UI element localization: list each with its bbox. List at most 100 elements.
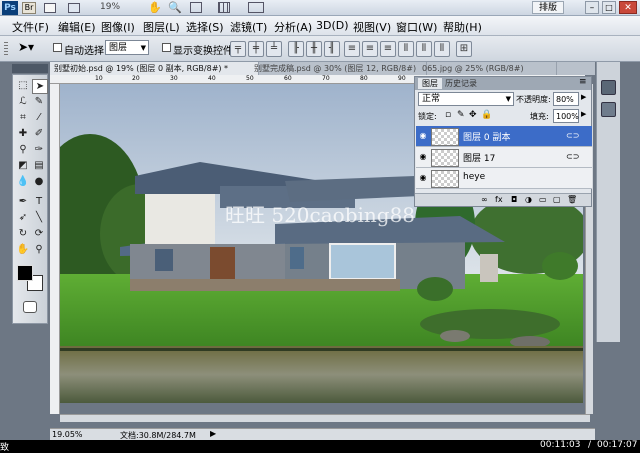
history-brush-icon[interactable]: ✑ <box>32 143 46 156</box>
foreground-color-chip[interactable] <box>17 265 33 281</box>
new-group-icon[interactable]: ▭ <box>539 195 547 204</box>
adjustment-layer-icon[interactable]: ◑ <box>525 195 532 204</box>
eye-icon[interactable]: ◉ <box>418 131 428 140</box>
menu-edit[interactable]: 编辑(E) <box>58 19 96 35</box>
distribute-hcenter-icon[interactable]: ⦀ <box>416 41 432 57</box>
canvas-horizontal-scrollbar[interactable] <box>60 414 590 422</box>
new-layer-icon[interactable]: ▢ <box>553 195 561 204</box>
hand-tool-icon[interactable]: ✋ <box>16 243 30 256</box>
layers-dock-icon[interactable] <box>601 80 616 95</box>
brush-tool-icon[interactable]: ✐ <box>32 127 46 140</box>
type-tool-icon[interactable]: T <box>32 195 46 208</box>
eye-icon[interactable]: ◉ <box>418 152 428 161</box>
distribute-vcenter-icon[interactable]: ≡ <box>362 41 378 57</box>
zoom-tool-icon[interactable]: 🔍 <box>168 1 182 14</box>
blend-mode-dropdown[interactable]: 正常 ▼ <box>418 92 514 106</box>
zoom-tool-icon[interactable]: ⚲ <box>32 243 46 256</box>
menu-file[interactable]: 文件(F) <box>12 19 49 35</box>
lasso-tool-icon[interactable]: ℒ <box>16 95 30 108</box>
minimize-button[interactable]: – <box>585 1 599 14</box>
tab-065-jpg[interactable]: 065.jpg @ 25% (RGB/8#) <box>418 62 557 75</box>
eyedropper-tool-icon[interactable]: ⁄ <box>32 111 46 124</box>
distribute-top-icon[interactable]: ≡ <box>344 41 360 57</box>
opacity-input[interactable]: 80% <box>553 92 579 106</box>
layer-row-selected[interactable]: ◉ 图层 0 副本 ⊂⊃ <box>416 126 592 147</box>
tab-villa-final[interactable]: 别墅完成稿.psd @ 30% (图层 12, RGB/8#) <box>250 62 427 75</box>
align-left-icon[interactable]: ╟ <box>288 41 304 57</box>
photoshop-logo[interactable]: Ps <box>2 1 18 15</box>
layer-style-icon[interactable]: fx <box>495 195 503 204</box>
lock-transparent-icon[interactable]: ▫ <box>445 110 451 120</box>
auto-select-dropdown[interactable]: 图层 ▼ <box>105 40 149 55</box>
bridge-button[interactable]: Br <box>22 2 36 14</box>
menu-filter[interactable]: 滤镜(T) <box>230 19 267 35</box>
hand-tool-icon[interactable]: ✋ <box>148 1 162 14</box>
menu-3d[interactable]: 3D(D) <box>316 19 349 32</box>
tab-history[interactable]: 历史记录 <box>445 78 477 89</box>
healing-brush-icon[interactable]: ✚ <box>16 127 30 140</box>
fill-slider-arrow[interactable]: ▶ <box>581 110 586 118</box>
pen-tool-icon[interactable]: ✒ <box>16 195 30 208</box>
tab-villa-initial[interactable]: 别墅初始.psd @ 19% (图层 0 副本, RGB/8#) * <box>50 62 259 75</box>
path-select-icon[interactable]: ➶ <box>16 211 30 224</box>
3d-orbit-icon[interactable]: ⟳ <box>32 227 46 240</box>
show-transform-checkbox[interactable] <box>162 43 171 52</box>
maximize-button[interactable]: □ <box>602 1 616 14</box>
move-tool-preset-icon[interactable]: ➤▾ <box>18 40 34 54</box>
quick-mask-icon[interactable] <box>23 301 37 313</box>
menu-image[interactable]: 图像(I) <box>101 19 135 35</box>
clone-stamp-icon[interactable]: ⚲ <box>16 143 30 156</box>
distribute-right-icon[interactable]: ⦀ <box>434 41 450 57</box>
close-button[interactable]: ✕ <box>619 1 637 14</box>
align-hcenter-icon[interactable]: ╫ <box>306 41 322 57</box>
marquee-tool-icon[interactable]: ⬚ <box>16 79 30 92</box>
lock-image-icon[interactable]: ✎ <box>457 110 465 120</box>
opacity-slider-arrow[interactable]: ▶ <box>581 93 586 101</box>
screen-mode-icon[interactable] <box>44 3 56 13</box>
auto-select-value: 图层 <box>109 43 128 53</box>
tab-layers[interactable]: 图层 <box>418 78 442 89</box>
menu-analysis[interactable]: 分析(A) <box>274 19 312 35</box>
lock-all-icon[interactable]: 🔒 <box>481 110 492 120</box>
screen-mode-toggle-icon[interactable] <box>248 2 264 13</box>
link-layers-icon[interactable]: ∞ <box>481 195 488 204</box>
status-arrow-icon[interactable]: ▶ <box>210 429 216 438</box>
menu-window[interactable]: 窗口(W) <box>396 19 437 35</box>
history-dock-icon[interactable] <box>601 102 616 117</box>
distribute-bottom-icon[interactable]: ≡ <box>380 41 396 57</box>
add-mask-icon[interactable]: ◘ <box>511 195 517 204</box>
dodge-tool-icon[interactable]: ● <box>32 175 46 188</box>
zoom-level[interactable]: 19% <box>100 2 120 12</box>
distribute-left-icon[interactable]: ⦀ <box>398 41 414 57</box>
panel-menu-icon[interactable]: ≡ <box>579 77 587 87</box>
crop-tool-icon[interactable]: ⌗ <box>16 111 30 124</box>
align-vcenter-icon[interactable]: ╪ <box>248 41 264 57</box>
move-tool-icon[interactable]: ➤ <box>32 79 48 94</box>
workspace-switcher[interactable]: 排版 <box>532 1 564 14</box>
trash-icon[interactable]: 🗑 <box>567 195 577 204</box>
menu-help[interactable]: 帮助(H) <box>443 19 482 35</box>
layer-row[interactable]: ◉ heye <box>416 168 592 189</box>
align-top-icon[interactable]: ╤ <box>230 41 246 57</box>
align-bottom-icon[interactable]: ╧ <box>266 41 282 57</box>
lock-position-icon[interactable]: ✥ <box>469 110 477 120</box>
menu-select[interactable]: 选择(S) <box>186 19 224 35</box>
rotate-view-icon[interactable] <box>190 2 202 13</box>
eye-icon[interactable]: ◉ <box>418 173 428 182</box>
view-extras-icon[interactable] <box>68 3 80 13</box>
blur-tool-icon[interactable]: 💧 <box>16 175 30 188</box>
eraser-tool-icon[interactable]: ◩ <box>16 159 30 172</box>
menu-view[interactable]: 视图(V) <box>353 19 391 35</box>
layer-row[interactable]: ◉ 图层 17 ⊂⊃ <box>416 147 592 168</box>
auto-select-checkbox[interactable] <box>53 43 62 52</box>
3d-rotate-icon[interactable]: ↻ <box>16 227 30 240</box>
quick-select-tool-icon[interactable]: ✎ <box>32 95 46 108</box>
menu-layer[interactable]: 图层(L) <box>143 19 180 35</box>
line-tool-icon[interactable]: ╲ <box>32 211 46 224</box>
align-right-icon[interactable]: ╢ <box>324 41 340 57</box>
status-zoom[interactable]: 19.05% <box>52 430 83 439</box>
arrange-documents-icon[interactable] <box>218 2 230 13</box>
auto-align-icon[interactable]: ⊞ <box>456 41 472 57</box>
gradient-tool-icon[interactable]: ▤ <box>32 159 46 172</box>
fill-input[interactable]: 100% <box>553 109 579 123</box>
